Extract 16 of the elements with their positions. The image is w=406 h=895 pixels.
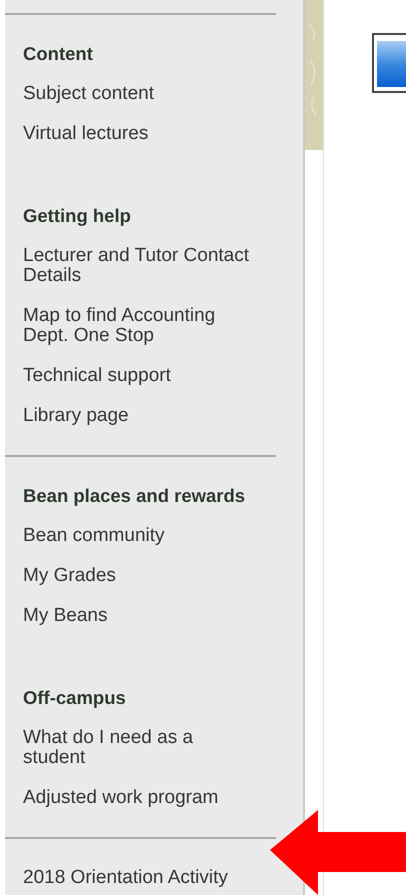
section-heading: Off-campus <box>22 686 126 710</box>
sidebar-link[interactable]: My Grades <box>5 556 120 596</box>
sidebar-link[interactable]: 2018 Orientation Activity <box>5 858 232 895</box>
sidebar-link[interactable]: What do I need as a student <box>5 718 259 778</box>
sidebar-link[interactable]: Adjusted work program <box>5 778 222 818</box>
sidebar-link[interactable]: Map to find Accounting Dept. One Stop <box>5 296 259 356</box>
sidebar-link[interactable]: Subject content <box>5 74 158 114</box>
section-heading: Getting help <box>22 204 131 228</box>
sidebar-link[interactable]: Bean community <box>5 516 169 556</box>
section-heading: Content <box>22 42 93 66</box>
sidebar-link[interactable]: Lecturer and Tutor Contact Details <box>5 236 259 296</box>
sidebar-link[interactable]: Library page <box>5 396 133 436</box>
sidebar-link[interactable]: Technical support <box>5 356 175 396</box>
sidebar-link[interactable]: Virtual lectures <box>5 114 152 154</box>
section-heading: Bean places and rewards <box>22 484 246 508</box>
sidebar-link[interactable]: My Beans <box>5 596 112 636</box>
